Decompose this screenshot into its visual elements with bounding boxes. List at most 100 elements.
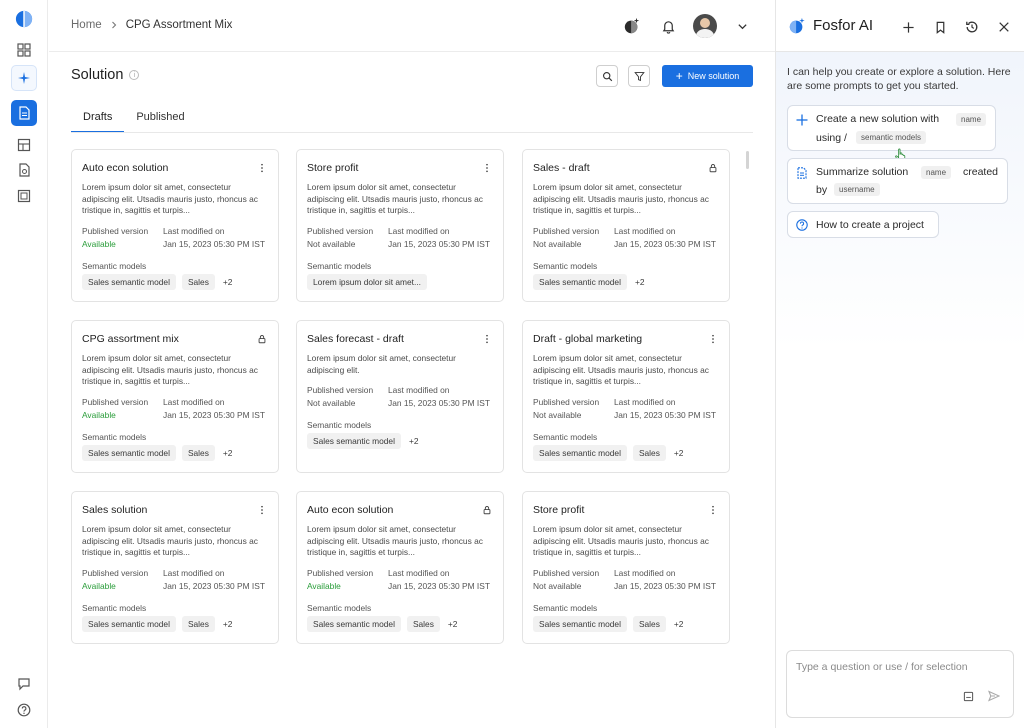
card-menu-button[interactable]	[707, 333, 719, 345]
rail-models[interactable]	[11, 183, 37, 209]
semantic-model-chip[interactable]: Sales	[632, 445, 666, 461]
card-menu-button[interactable]	[707, 504, 719, 516]
semantic-model-chip[interactable]: Sales	[632, 616, 666, 632]
published-status: Available	[82, 239, 116, 249]
bookmark-button[interactable]	[929, 16, 951, 38]
card-title[interactable]: Auto econ solution	[82, 162, 168, 174]
semantic-model-chip[interactable]: Sales	[181, 445, 215, 461]
card-description: Lorem ipsum dolor sit amet, consectetur …	[82, 524, 258, 557]
close-panel-button[interactable]	[993, 16, 1015, 38]
prompt-create-project[interactable]: How to create a project	[787, 211, 939, 238]
more-models-count[interactable]: +2	[221, 616, 235, 632]
semantic-model-chip[interactable]: Sales	[406, 616, 440, 632]
solution-card[interactable]: CPG assortment mix Lorem ipsum dolor sit …	[71, 320, 279, 473]
semantic-model-chip[interactable]: Sales	[181, 616, 215, 632]
chat-input[interactable]	[796, 661, 1001, 673]
modified-label: Last modified on	[388, 568, 450, 578]
new-solution-button[interactable]: + New solution	[662, 65, 753, 87]
semantic-model-chips: Sales semantic model +2	[307, 433, 421, 449]
account-menu-toggle[interactable]	[731, 15, 753, 37]
tab-drafts[interactable]: Drafts	[71, 109, 125, 133]
card-lock	[256, 333, 268, 345]
more-models-count[interactable]: +2	[221, 445, 235, 461]
more-models-count[interactable]: +2	[446, 616, 460, 632]
solution-card[interactable]: Auto econ solution Lorem ipsum dolor sit …	[71, 149, 279, 302]
semantic-model-chip[interactable]: Sales semantic model	[533, 445, 627, 461]
new-chat-button[interactable]	[897, 16, 919, 38]
filter-button[interactable]	[628, 65, 650, 87]
card-menu-button[interactable]	[481, 162, 493, 174]
rail-reports[interactable]	[11, 157, 37, 183]
avatar[interactable]	[693, 14, 717, 38]
solution-card[interactable]: Store profit Lorem ipsum dolor sit amet, …	[296, 149, 504, 302]
card-meta: Published version Not available Last modif…	[533, 226, 716, 249]
top-actions	[621, 14, 753, 38]
rail-solutions[interactable]	[11, 100, 37, 126]
document-icon	[797, 167, 807, 179]
rail-ai[interactable]	[11, 65, 37, 91]
more-models-count[interactable]: +2	[672, 445, 686, 461]
ai-panel-title: Fosfor AI	[813, 17, 874, 34]
prompt-tag-name: name	[921, 166, 952, 179]
card-title[interactable]: Store profit	[307, 162, 358, 174]
card-title[interactable]: Auto econ solution	[307, 504, 393, 516]
semantic-model-chip[interactable]: Lorem ipsum dolor sit amet...	[307, 274, 427, 290]
more-vertical-icon	[486, 334, 488, 344]
semantic-models-label: Semantic models	[307, 420, 372, 430]
solution-card[interactable]: Store profit Lorem ipsum dolor sit amet, …	[522, 491, 730, 644]
breadcrumb-home[interactable]: Home	[71, 19, 102, 31]
solution-card[interactable]: Sales forecast - draft Lorem ipsum dolor …	[296, 320, 504, 473]
modified-value: Jan 15, 2023 05:30 PM IST	[388, 239, 490, 249]
semantic-model-chip[interactable]: Sales semantic model	[533, 274, 627, 290]
card-title[interactable]: Sales forecast - draft	[307, 333, 404, 345]
attach-button[interactable]	[961, 689, 975, 703]
card-menu-button[interactable]	[256, 504, 268, 516]
rail-feedback[interactable]	[11, 671, 37, 697]
card-title[interactable]: Store profit	[533, 504, 584, 516]
page-title: Solution i	[71, 67, 140, 83]
ai-assistant-button[interactable]	[621, 15, 643, 37]
rail-projects[interactable]	[11, 132, 37, 158]
send-button[interactable]	[987, 689, 1001, 703]
more-models-count[interactable]: +2	[407, 433, 421, 449]
card-title[interactable]: Sales solution	[82, 504, 147, 516]
modified-value: Jan 15, 2023 05:30 PM IST	[163, 410, 265, 420]
more-models-count[interactable]: +2	[672, 616, 686, 632]
card-title[interactable]: Draft - global marketing	[533, 333, 642, 345]
more-vertical-icon	[712, 505, 714, 515]
semantic-models-label: Semantic models	[307, 261, 372, 271]
tab-published[interactable]: Published	[124, 109, 196, 133]
semantic-model-chip[interactable]: Sales semantic model	[307, 616, 401, 632]
card-description: Lorem ipsum dolor sit amet, consectetur …	[307, 524, 483, 557]
prompt-tag-username: username	[834, 183, 880, 196]
prompt-summarize-solution[interactable]: Summarize solution name created by usern…	[787, 158, 1008, 204]
card-menu-button[interactable]	[481, 333, 493, 345]
modified-value: Jan 15, 2023 05:30 PM IST	[388, 398, 490, 408]
rail-help[interactable]	[11, 697, 37, 723]
solution-card[interactable]: Auto econ solution Lorem ipsum dolor sit …	[296, 491, 504, 644]
card-title[interactable]: Sales - draft	[533, 162, 590, 174]
semantic-model-chip[interactable]: Sales semantic model	[82, 616, 176, 632]
tab-divider	[71, 132, 753, 133]
scrollbar-thumb[interactable]	[746, 151, 749, 169]
semantic-model-chip[interactable]: Sales semantic model	[533, 616, 627, 632]
semantic-model-chip[interactable]: Sales semantic model	[82, 274, 176, 290]
solution-card[interactable]: Draft - global marketing Lorem ipsum dolo…	[522, 320, 730, 473]
solution-card[interactable]: Sales solution Lorem ipsum dolor sit amet…	[71, 491, 279, 644]
more-models-count[interactable]: +2	[221, 274, 235, 290]
card-menu-button[interactable]	[256, 162, 268, 174]
history-button[interactable]	[961, 16, 983, 38]
semantic-model-chip[interactable]: Sales semantic model	[82, 445, 176, 461]
rail-dashboard[interactable]	[11, 37, 37, 63]
card-title[interactable]: CPG assortment mix	[82, 333, 179, 345]
semantic-model-chip[interactable]: Sales semantic model	[307, 433, 401, 449]
published-label: Published version	[82, 397, 149, 407]
app-logo[interactable]	[11, 6, 37, 32]
solution-card[interactable]: Sales - draft Lorem ipsum dolor sit amet,…	[522, 149, 730, 302]
search-button[interactable]	[596, 65, 618, 87]
info-icon[interactable]: i	[129, 70, 140, 80]
semantic-model-chip[interactable]: Sales	[181, 274, 215, 290]
more-models-count[interactable]: +2	[633, 274, 647, 290]
notifications-button[interactable]	[657, 15, 679, 37]
prompt-create-solution[interactable]: Create a new solution with name using / …	[787, 105, 996, 163]
